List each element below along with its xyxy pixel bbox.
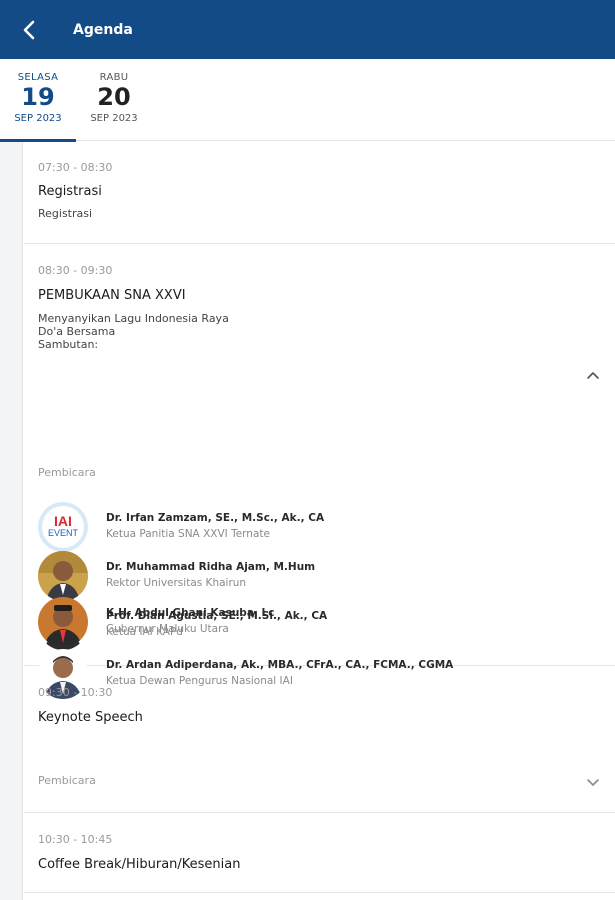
speaker-name: K.H. Abdul Ghani Kasuba, Lc [106,607,275,619]
logo-text-event: EVENT [48,528,79,538]
speaker-role: Gubernur Maluku Utara [106,623,229,635]
app-bar: Agenda [0,0,615,59]
iai-event-logo: IAI EVENT [38,502,88,552]
chevron-left-icon [23,20,35,39]
session-title: Keynote Speech [38,710,143,725]
tab-dayname: SELASA [17,72,59,83]
session-description-line: Sambutan: [38,338,99,351]
speaker-role: Rektor Universitas Khairun [106,577,247,589]
logo-text-iai: IAI [54,513,72,529]
speakers-label: Pembicara [38,466,96,479]
session-time: 08:30 - 09:30 [38,264,113,277]
avatar [38,597,88,647]
agenda-item[interactable]: 09:30 - 10:30 Keynote Speech Pembicara [24,666,615,813]
tab-month: SEP 2023 [14,113,62,124]
session-title: Registrasi [38,184,102,199]
chevron-up-icon[interactable] [583,366,603,386]
speakers-toggle-row[interactable]: Pembicara [24,770,615,794]
session-title: PEMBUKAAN SNA XXVI [38,288,186,303]
tab-day-20[interactable]: RABU 20 SEP 2023 [76,59,152,141]
page-title: Agenda [73,21,133,38]
speaker-item[interactable]: Dr. Muhammad Ridha Ajam, M.Hum Rektor Un… [38,551,598,601]
speaker-name: Dr. Irfan Zamzam, SE., M.Sc., Ak., CA [106,512,325,524]
chevron-down-icon[interactable] [583,772,603,792]
avatar: IAI EVENT [38,502,88,552]
session-time: 10:30 - 10:45 [38,833,113,846]
agenda-item[interactable]: 10:30 - 10:45 Coffee Break/Hiburan/Kesen… [24,813,615,893]
session-time: 09:30 - 10:30 [38,686,113,699]
tab-daynum: 19 [21,83,55,111]
speakers-label: Pembicara [38,774,96,787]
session-title: Coffee Break/Hiburan/Kesenian [38,857,241,872]
speaker-photo [38,597,88,647]
avatar [38,551,88,601]
session-description-line: Menyanyikan Lagu Indonesia Raya [38,312,229,325]
day-tabs: SELASA 19 SEP 2023 RABU 20 SEP 2023 [0,59,615,142]
speakers-toggle-row[interactable]: Pembicara [24,466,615,490]
session-description-line: Do'a Bersama [38,325,116,338]
session-time: 07:30 - 08:30 [38,161,113,174]
tab-dayname: RABU [99,72,129,83]
speaker-item[interactable]: K.H. Abdul Ghani Kasuba, Lc Gubernur Mal… [38,597,598,647]
session-description: Registrasi [38,207,93,220]
speaker-item[interactable]: IAI EVENT Dr. Irfan Zamzam, SE., M.Sc., … [38,502,598,552]
back-button[interactable] [0,0,58,59]
tab-day-19[interactable]: SELASA 19 SEP 2023 [0,59,76,142]
agenda-item[interactable]: 07:30 - 08:30 Registrasi Registrasi [24,142,615,244]
tab-month: SEP 2023 [90,113,138,124]
speaker-name: Dr. Muhammad Ridha Ajam, M.Hum [106,561,316,573]
speaker-role: Ketua Panitia SNA XXVI Ternate [106,528,270,540]
agenda-list: 07:30 - 08:30 Registrasi Registrasi 08:3… [24,142,615,893]
speaker-photo [38,551,88,601]
timeline-rail [0,142,23,900]
tab-daynum: 20 [97,83,131,111]
